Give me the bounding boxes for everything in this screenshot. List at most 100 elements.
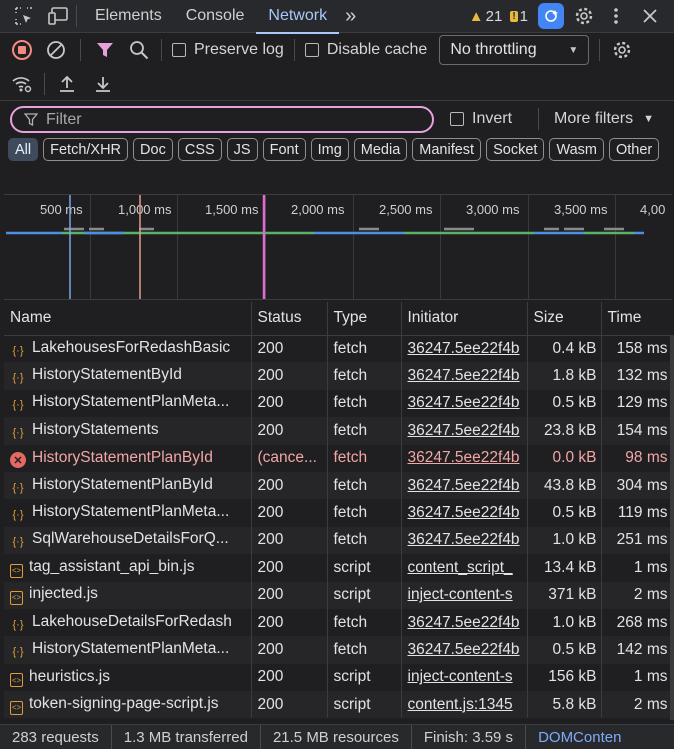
- filter-funnel-icon[interactable]: [93, 38, 117, 62]
- export-har-icon[interactable]: [91, 72, 115, 96]
- timeline-overview[interactable]: 500 ms 1,000 ms 1,500 ms 2,000 ms 2,500 ms 3,…: [4, 194, 672, 300]
- tab-console[interactable]: Console: [174, 0, 257, 33]
- request-name-cell[interactable]: {·} HistoryStatementPlanMeta...: [4, 499, 252, 527]
- table-row[interactable]: {·} HistoryStatementPlanMeta... 200 fetch 36…: [4, 636, 672, 664]
- column-header-size[interactable]: Size: [527, 302, 602, 336]
- filter-chip-other[interactable]: Other: [608, 138, 660, 161]
- domcontentloaded-time[interactable]: DOMConten: [526, 725, 633, 749]
- resources-size: 21.5 MB resources: [261, 724, 412, 749]
- request-initiator[interactable]: 36247.5ee22f4b: [401, 362, 528, 390]
- devtools-tabbar: Elements Console Network » ▲ 21 ! 1: [0, 0, 674, 34]
- request-name-cell[interactable]: {·} SqlWarehouseDetailsForQ...: [4, 526, 252, 555]
- device-toolbar-icon[interactable]: [46, 4, 70, 28]
- request-name-cell[interactable]: {·} HistoryStatementPlanMeta...: [4, 636, 252, 664]
- tab-elements[interactable]: Elements: [83, 0, 174, 33]
- column-header-time[interactable]: Time: [601, 302, 672, 336]
- warnings-badge[interactable]: ▲ 21: [469, 8, 503, 25]
- request-name-cell[interactable]: {·} HistoryStatements: [4, 417, 252, 445]
- checkbox-box[interactable]: [172, 43, 186, 57]
- kebab-menu-icon[interactable]: [604, 4, 628, 28]
- request-name: HistoryStatementById: [32, 366, 182, 384]
- request-initiator[interactable]: 36247.5ee22f4b: [401, 417, 528, 445]
- request-name-cell[interactable]: <> tag_assistant_api_bin.js: [4, 554, 252, 582]
- disable-cache-label: Disable cache: [326, 41, 428, 58]
- disable-cache-checkbox[interactable]: Disable cache: [304, 41, 428, 59]
- filter-chip-all[interactable]: All: [8, 138, 39, 161]
- throttling-select[interactable]: No throttling ▼: [439, 35, 590, 65]
- request-initiator[interactable]: 36247.5ee22f4b: [401, 335, 528, 363]
- table-row[interactable]: <> token-signing-page-script.js 200 script c…: [4, 691, 672, 719]
- inspect-element-icon[interactable]: [12, 4, 36, 28]
- table-row[interactable]: {·} SqlWarehouseDetailsForQ... 200 fetch 362…: [4, 526, 672, 555]
- filter-input[interactable]: Filter: [10, 106, 434, 133]
- filter-chip-img[interactable]: Img: [310, 138, 349, 161]
- request-name-cell[interactable]: ✕ HistoryStatementPlanById: [4, 444, 252, 472]
- request-name-cell[interactable]: <> injected.js: [4, 581, 252, 609]
- table-row[interactable]: {·} HistoryStatementPlanById 200 fetch 36247…: [4, 471, 672, 500]
- more-tabs-button[interactable]: »: [339, 0, 362, 33]
- table-row[interactable]: {·} HistoryStatementPlanMeta... 200 fetch 36…: [4, 389, 672, 418]
- request-initiator[interactable]: 36247.5ee22f4b: [401, 499, 528, 527]
- close-icon[interactable]: [638, 4, 662, 28]
- request-name-cell[interactable]: {·} HistoryStatementPlanById: [4, 471, 252, 500]
- column-header-type[interactable]: Type: [327, 302, 402, 336]
- filter-chip-fetch-xhr[interactable]: Fetch/XHR: [43, 138, 129, 161]
- table-row[interactable]: <> heuristics.js 200 script inject-content-s…: [4, 663, 672, 692]
- request-count: 283 requests: [0, 724, 112, 749]
- request-initiator[interactable]: content_script_: [401, 554, 528, 582]
- table-row[interactable]: {·} HistoryStatements 200 fetch 36247.5ee22f…: [4, 417, 672, 445]
- table-scrollbar[interactable]: [670, 335, 674, 720]
- request-initiator[interactable]: 36247.5ee22f4b: [401, 526, 528, 555]
- request-initiator[interactable]: 36247.5ee22f4b: [401, 444, 528, 472]
- fetch-request-icon: {·}: [12, 536, 24, 549]
- network-conditions-icon[interactable]: [10, 72, 34, 96]
- tab-network[interactable]: Network: [256, 0, 339, 34]
- request-initiator[interactable]: inject-content-s: [401, 663, 528, 692]
- filter-chip-manifest[interactable]: Manifest: [412, 138, 482, 161]
- request-name-cell[interactable]: <> token-signing-page-script.js: [4, 691, 252, 719]
- record-stop-icon[interactable]: [10, 38, 34, 62]
- request-name: SqlWarehouseDetailsForQ...: [32, 530, 229, 548]
- import-har-icon[interactable]: [55, 72, 79, 96]
- filter-chip-js[interactable]: JS: [226, 138, 258, 161]
- clear-icon[interactable]: [44, 38, 68, 62]
- checkbox-box[interactable]: [304, 43, 319, 57]
- request-initiator[interactable]: content.js:1345: [401, 691, 528, 719]
- filter-chip-font[interactable]: Font: [262, 138, 306, 161]
- request-status: 200: [251, 499, 328, 527]
- request-name-cell[interactable]: {·} LakehousesForRedashBasic: [4, 335, 252, 363]
- request-initiator[interactable]: 36247.5ee22f4b: [401, 471, 528, 500]
- filter-chip-socket[interactable]: Socket: [486, 138, 545, 161]
- filter-chip-css[interactable]: CSS: [177, 138, 222, 161]
- table-row[interactable]: ✕ HistoryStatementPlanById (cance... fetch 3…: [4, 444, 672, 472]
- filter-chip-doc[interactable]: Doc: [133, 138, 173, 161]
- search-icon[interactable]: [127, 38, 151, 62]
- request-name-cell[interactable]: {·} HistoryStatementPlanMeta...: [4, 389, 252, 418]
- checkbox-box[interactable]: [450, 112, 464, 126]
- table-row[interactable]: <> injected.js 200 script inject-content-s 37…: [4, 581, 672, 609]
- preserve-log-checkbox[interactable]: Preserve log: [172, 41, 284, 59]
- request-initiator[interactable]: inject-content-s: [401, 581, 528, 609]
- request-initiator[interactable]: 36247.5ee22f4b: [401, 608, 528, 637]
- more-filters-button[interactable]: More filters ▼: [554, 110, 654, 128]
- filter-chip-wasm[interactable]: Wasm: [549, 138, 604, 161]
- table-row[interactable]: <> tag_assistant_api_bin.js 200 script conte…: [4, 554, 672, 582]
- request-name-cell[interactable]: {·} HistoryStatementById: [4, 362, 252, 390]
- network-settings-gear-icon[interactable]: [610, 38, 634, 62]
- table-row[interactable]: {·} HistoryStatementById 200 fetch 36247.5ee…: [4, 362, 672, 390]
- column-header-name[interactable]: Name: [4, 302, 252, 336]
- request-name-cell[interactable]: {·} LakehouseDetailsForRedash: [4, 608, 252, 637]
- table-row[interactable]: {·} LakehousesForRedashBasic 200 fetch 36247…: [4, 335, 672, 363]
- column-header-status[interactable]: Status: [251, 302, 328, 336]
- invert-checkbox[interactable]: Invert: [450, 110, 512, 128]
- settings-gear-icon[interactable]: [572, 4, 596, 28]
- issues-badge[interactable]: ! 1: [510, 8, 528, 25]
- request-name-cell[interactable]: <> heuristics.js: [4, 663, 252, 692]
- column-header-initiator[interactable]: Initiator: [401, 302, 528, 336]
- request-initiator[interactable]: 36247.5ee22f4b: [401, 636, 528, 664]
- filter-chip-media[interactable]: Media: [353, 138, 408, 161]
- table-row[interactable]: {·} LakehouseDetailsForRedash 200 fetch 3624…: [4, 608, 672, 637]
- table-row[interactable]: {·} HistoryStatementPlanMeta... 200 fetch 36…: [4, 499, 672, 527]
- request-initiator[interactable]: 36247.5ee22f4b: [401, 389, 528, 418]
- ai-assistance-icon[interactable]: [538, 3, 564, 29]
